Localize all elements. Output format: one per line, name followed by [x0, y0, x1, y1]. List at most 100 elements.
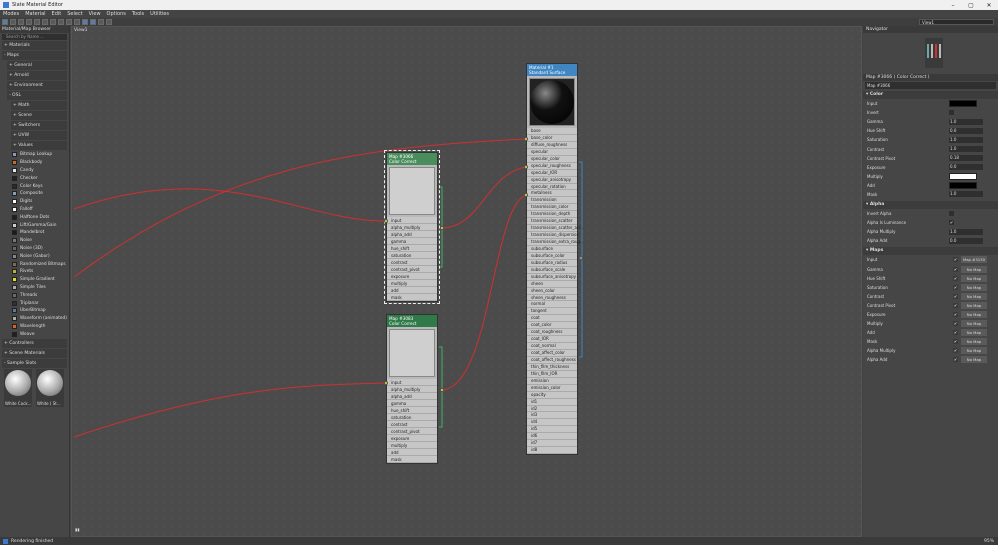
map-slot-button[interactable]: No Map [961, 274, 987, 282]
node-slot[interactable]: hue_shift [387, 407, 437, 414]
map-enable-checkbox[interactable]: ✔ [953, 321, 958, 327]
node-slot[interactable]: coat_color [527, 322, 577, 330]
color-correct-node-3066[interactable]: Map #3066 Color Correct input alpha_multip… [384, 150, 440, 304]
sample-slot[interactable]: White Cock... [4, 369, 32, 408]
node-header[interactable]: Map #3066 Color Correct [387, 153, 437, 165]
output-socket-icon[interactable] [440, 226, 444, 230]
map-enable-checkbox[interactable]: ✔ [953, 293, 958, 299]
node-slot[interactable]: subsurface [527, 245, 577, 253]
group-scene[interactable]: + Scene [11, 111, 67, 120]
map-slot-button[interactable]: No Map [961, 301, 987, 309]
param-checkbox[interactable] [949, 110, 954, 116]
node-slot[interactable]: gamma [387, 400, 437, 407]
node-slot[interactable]: specular_rotation [527, 183, 577, 191]
map-enable-checkbox[interactable]: ✔ [953, 257, 958, 263]
menu-options[interactable]: Options [104, 11, 129, 17]
node-slot[interactable]: id4 [527, 419, 577, 427]
node-slot[interactable]: coat_normal [527, 343, 577, 350]
node-slot[interactable]: subsurface_color [527, 252, 577, 260]
menu-tools[interactable]: Tools [129, 11, 147, 17]
slot-list-icon[interactable] [106, 19, 112, 25]
node-slot[interactable]: hue_shift [387, 245, 437, 252]
color-swatch[interactable] [949, 181, 977, 189]
map-enable-checkbox[interactable]: ✔ [953, 312, 958, 318]
node-slot[interactable]: thin_film_thickness [527, 363, 577, 371]
node-slot[interactable]: multiply [387, 280, 437, 287]
node-slot[interactable]: alpha_add [387, 231, 437, 238]
node-slot[interactable]: add [387, 287, 437, 294]
node-slot[interactable]: metalness [527, 190, 577, 198]
node-slot[interactable]: transmission [527, 197, 577, 205]
input-socket-icon[interactable] [524, 193, 528, 197]
pick-material-icon[interactable] [10, 19, 16, 25]
node-slot[interactable]: exposure [387, 273, 437, 280]
color-swatch[interactable] [949, 172, 977, 180]
param-spinner[interactable]: 1.0 [949, 146, 983, 153]
map-enable-checkbox[interactable]: ✔ [953, 302, 958, 308]
node-slot[interactable]: diffuse_roughness [527, 141, 577, 149]
node-slot[interactable]: subsurface_scale [527, 266, 577, 274]
delete-icon[interactable] [34, 19, 40, 25]
node-slot[interactable]: subsurface_anisotropy [527, 273, 577, 281]
zoom-level[interactable]: 95% [984, 539, 994, 544]
node-slot[interactable]: multiply [387, 442, 437, 449]
color-swatch[interactable] [949, 100, 977, 108]
node-slot[interactable]: add [387, 449, 437, 456]
group-environment[interactable]: + Environment [7, 81, 67, 90]
param-checkbox[interactable]: ✔ [949, 220, 954, 226]
view-selector[interactable]: View1 [919, 19, 994, 25]
node-slot[interactable]: transmission_extra_roug... [527, 239, 584, 246]
param-spinner[interactable]: 1.0 [949, 228, 983, 235]
standard-surface-node[interactable]: Material #1 Standard Surface base base_col… [526, 63, 584, 456]
node-slot[interactable]: id5 [527, 426, 577, 434]
node-header[interactable]: Material #1 Standard Surface [527, 64, 577, 76]
node-slot[interactable]: contrast [387, 259, 437, 266]
param-spinner[interactable]: 0.0 [949, 127, 983, 134]
node-slot[interactable]: transmission_scatter [527, 218, 577, 226]
output-socket-icon[interactable] [440, 388, 444, 392]
map-slot-button[interactable]: No Map [961, 338, 987, 346]
browser-toggle-icon[interactable] [82, 19, 88, 25]
map-item[interactable]: Noise (Gabor) [12, 252, 69, 260]
node-slot[interactable]: base [527, 128, 577, 135]
layout-all-icon[interactable] [66, 19, 72, 25]
node-slot[interactable]: id7 [527, 440, 577, 448]
node-slot[interactable]: mask [387, 456, 437, 463]
map-item[interactable]: Halftone Dots [12, 213, 69, 221]
map-item[interactable]: Waveform (animated) [12, 315, 69, 323]
map-item[interactable]: Simple Tiles [12, 284, 69, 292]
search-input[interactable]: Search by Name ... [2, 34, 67, 40]
node-slot[interactable]: id8 [527, 447, 577, 455]
input-socket-icon[interactable] [384, 381, 388, 385]
node-slot[interactable]: base_color [527, 134, 577, 142]
node-slot[interactable]: subsurface_radius [527, 259, 577, 267]
node-slot[interactable]: saturation [387, 252, 437, 259]
input-socket-icon[interactable] [524, 137, 528, 141]
show-map-icon[interactable] [58, 19, 64, 25]
group-scene-materials[interactable]: + Scene Materials [2, 349, 67, 359]
node-slot[interactable]: coat_roughness [527, 329, 577, 337]
background-icon[interactable] [50, 19, 56, 25]
map-item[interactable]: Checker [12, 174, 69, 182]
node-slot[interactable]: specular [527, 148, 577, 156]
node-slot[interactable]: emission_color [527, 384, 577, 392]
select-by-material-icon[interactable] [98, 19, 104, 25]
group-values[interactable]: + Values [11, 141, 67, 150]
map-enable-checkbox[interactable]: ✔ [953, 339, 958, 345]
close-button[interactable]: ✕ [980, 2, 998, 9]
alpha-section-header[interactable]: ▾ Alpha [863, 201, 998, 210]
node-slot[interactable]: normal [527, 301, 577, 309]
node-slot[interactable]: contrast_pivot [387, 266, 437, 273]
node-slot[interactable]: gamma [387, 238, 437, 245]
pause-icon[interactable]: ▮▮ [75, 527, 79, 532]
node-slot[interactable]: transmission_depth [527, 211, 577, 219]
map-enable-checkbox[interactable]: ✔ [953, 266, 958, 272]
map-item[interactable]: Candy [12, 167, 69, 175]
group-switchers[interactable]: + Switchers [11, 121, 67, 130]
node-slot[interactable]: alpha_multiply [387, 386, 437, 393]
map-slot-button[interactable]: No Map [961, 347, 987, 355]
map-item[interactable]: UberBitmap [12, 307, 69, 315]
node-view[interactable]: View1 Material #1 Standard Surface base ba… [71, 26, 862, 537]
assign-material-icon[interactable] [26, 19, 32, 25]
group-uvw[interactable]: + UVW [11, 131, 67, 140]
